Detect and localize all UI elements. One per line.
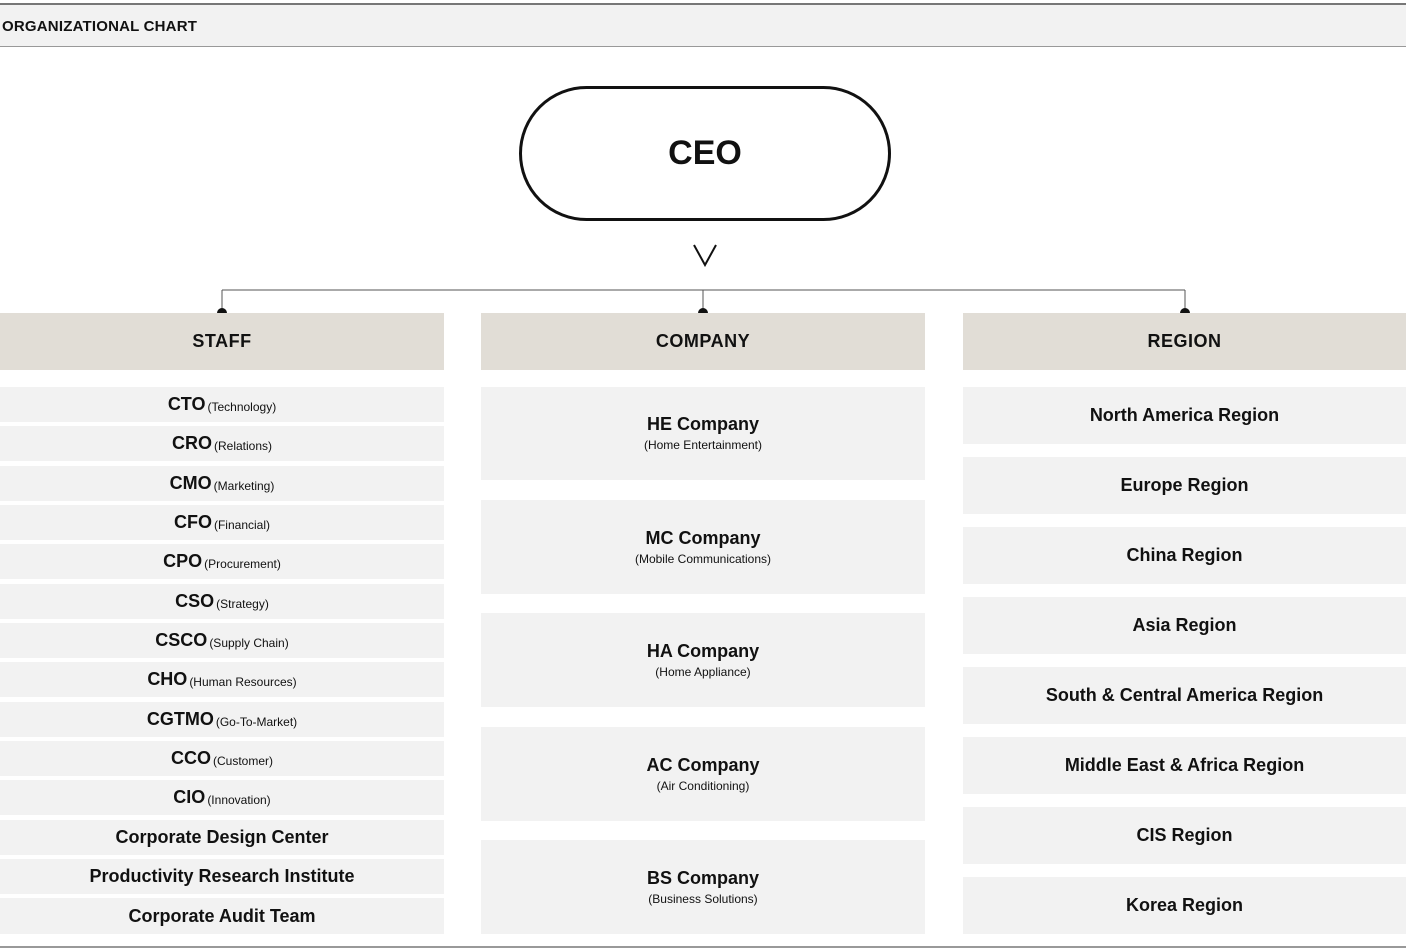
staff-item-cfo[interactable]: CFO (Financial) <box>0 505 444 540</box>
region-item-cis[interactable]: CIS Region <box>963 807 1406 864</box>
company-name: HA Company <box>646 640 760 661</box>
staff-name: Corporate Audit Team <box>128 905 316 926</box>
staff-code: CCO <box>170 748 211 768</box>
staff-item-corporate-audit-team[interactable]: Corporate Audit Team <box>0 898 444 934</box>
region-name: Europe Region <box>1120 475 1249 495</box>
staff-item-cco[interactable]: CCO (Customer) <box>0 741 444 776</box>
region-item-south-central-america[interactable]: South & Central America Region <box>963 667 1406 724</box>
staff-name: Corporate Design Center <box>115 827 329 847</box>
staff-code: CSCO <box>155 630 208 650</box>
company-desc: (Business Solutions) <box>648 891 758 906</box>
region-name: Asia Region <box>1132 615 1237 635</box>
footer-divider <box>0 946 1406 948</box>
staff-item-cto[interactable]: CTO (Technology) <box>0 387 444 422</box>
staff-code: CGTMO <box>146 709 214 729</box>
company-item-he[interactable]: HE Company (Home Entertainment) <box>481 387 925 480</box>
staff-item-productivity-research-institute[interactable]: Productivity Research Institute <box>0 859 444 894</box>
staff-code: CTO <box>167 394 206 414</box>
staff-desc: (Marketing) <box>213 478 275 493</box>
staff-code: CIO <box>173 787 206 807</box>
ceo-node[interactable]: CEO <box>519 86 891 221</box>
company-name: BS Company <box>646 867 760 888</box>
staff-item-csco[interactable]: CSCO (Supply Chain) <box>0 623 444 658</box>
region-name: China Region <box>1126 545 1243 565</box>
company-desc: (Home Entertainment) <box>643 438 763 452</box>
staff-code: CHO <box>147 669 188 689</box>
company-desc: (Air Conditioning) <box>656 778 750 793</box>
ceo-label: CEO <box>668 134 742 172</box>
region-name: Middle East & Africa Region <box>1064 755 1305 775</box>
staff-item-cso[interactable]: CSO (Strategy) <box>0 584 444 619</box>
column-header-region: REGION <box>963 313 1406 370</box>
region-item-china[interactable]: China Region <box>963 527 1406 584</box>
region-item-korea[interactable]: Korea Region <box>963 877 1406 934</box>
company-item-ha[interactable]: HA Company (Home Appliance) <box>481 613 925 707</box>
staff-code: CFO <box>173 512 212 532</box>
region-name: South & Central America Region <box>1045 685 1324 705</box>
staff-code: CSO <box>175 591 215 611</box>
staff-item-cro[interactable]: CRO (Relations) <box>0 426 444 461</box>
column-header-company: COMPANY <box>481 313 925 370</box>
page-title: ORGANIZATIONAL CHART <box>2 18 198 35</box>
staff-desc: (Strategy) <box>216 596 269 611</box>
staff-desc: (Supply Chain) <box>209 635 289 650</box>
region-name: Korea Region <box>1125 895 1244 915</box>
staff-desc: (Human Resources) <box>189 674 297 689</box>
staff-item-cio[interactable]: CIO (Innovation) <box>0 780 444 815</box>
chevron-down-icon[interactable] <box>692 243 718 267</box>
staff-desc: (Relations) <box>213 438 273 453</box>
region-item-asia[interactable]: Asia Region <box>963 597 1406 654</box>
region-item-europe[interactable]: Europe Region <box>963 457 1406 514</box>
staff-item-cmo[interactable]: CMO (Marketing) <box>0 466 444 501</box>
company-item-ac[interactable]: AC Company (Air Conditioning) <box>481 727 925 821</box>
staff-desc: (Financial) <box>213 517 270 532</box>
region-item-middle-east-africa[interactable]: Middle East & Africa Region <box>963 737 1406 794</box>
staff-item-corporate-design-center[interactable]: Corporate Design Center <box>0 820 444 855</box>
staff-name: Productivity Research Institute <box>89 866 355 886</box>
staff-desc: (Procurement) <box>204 556 281 571</box>
staff-code: CMO <box>169 473 212 493</box>
staff-item-cpo[interactable]: CPO (Procurement) <box>0 544 444 579</box>
company-desc: (Home Appliance) <box>655 664 751 679</box>
company-item-mc[interactable]: MC Company (Mobile Communications) <box>481 500 925 594</box>
staff-code: CPO <box>163 551 203 571</box>
header-bar: ORGANIZATIONAL CHART <box>0 3 1406 47</box>
staff-item-cho[interactable]: CHO (Human Resources) <box>0 662 444 697</box>
column-header-staff: STAFF <box>0 313 444 370</box>
staff-desc: (Technology) <box>207 399 277 414</box>
company-name: HE Company <box>646 414 760 434</box>
region-item-north-america[interactable]: North America Region <box>963 387 1406 444</box>
region-name: CIS Region <box>1136 825 1233 845</box>
staff-code: CRO <box>171 433 212 453</box>
staff-desc: (Customer) <box>212 753 273 768</box>
staff-desc: (Innovation) <box>207 792 271 807</box>
company-name: AC Company <box>646 754 760 775</box>
staff-desc: (Go-To-Market) <box>215 714 298 729</box>
company-desc: (Mobile Communications) <box>634 551 772 566</box>
company-item-bs[interactable]: BS Company (Business Solutions) <box>481 840 925 934</box>
company-name: MC Company <box>645 527 761 548</box>
region-name: North America Region <box>1089 405 1280 425</box>
staff-item-cgtmo[interactable]: CGTMO (Go-To-Market) <box>0 702 444 737</box>
